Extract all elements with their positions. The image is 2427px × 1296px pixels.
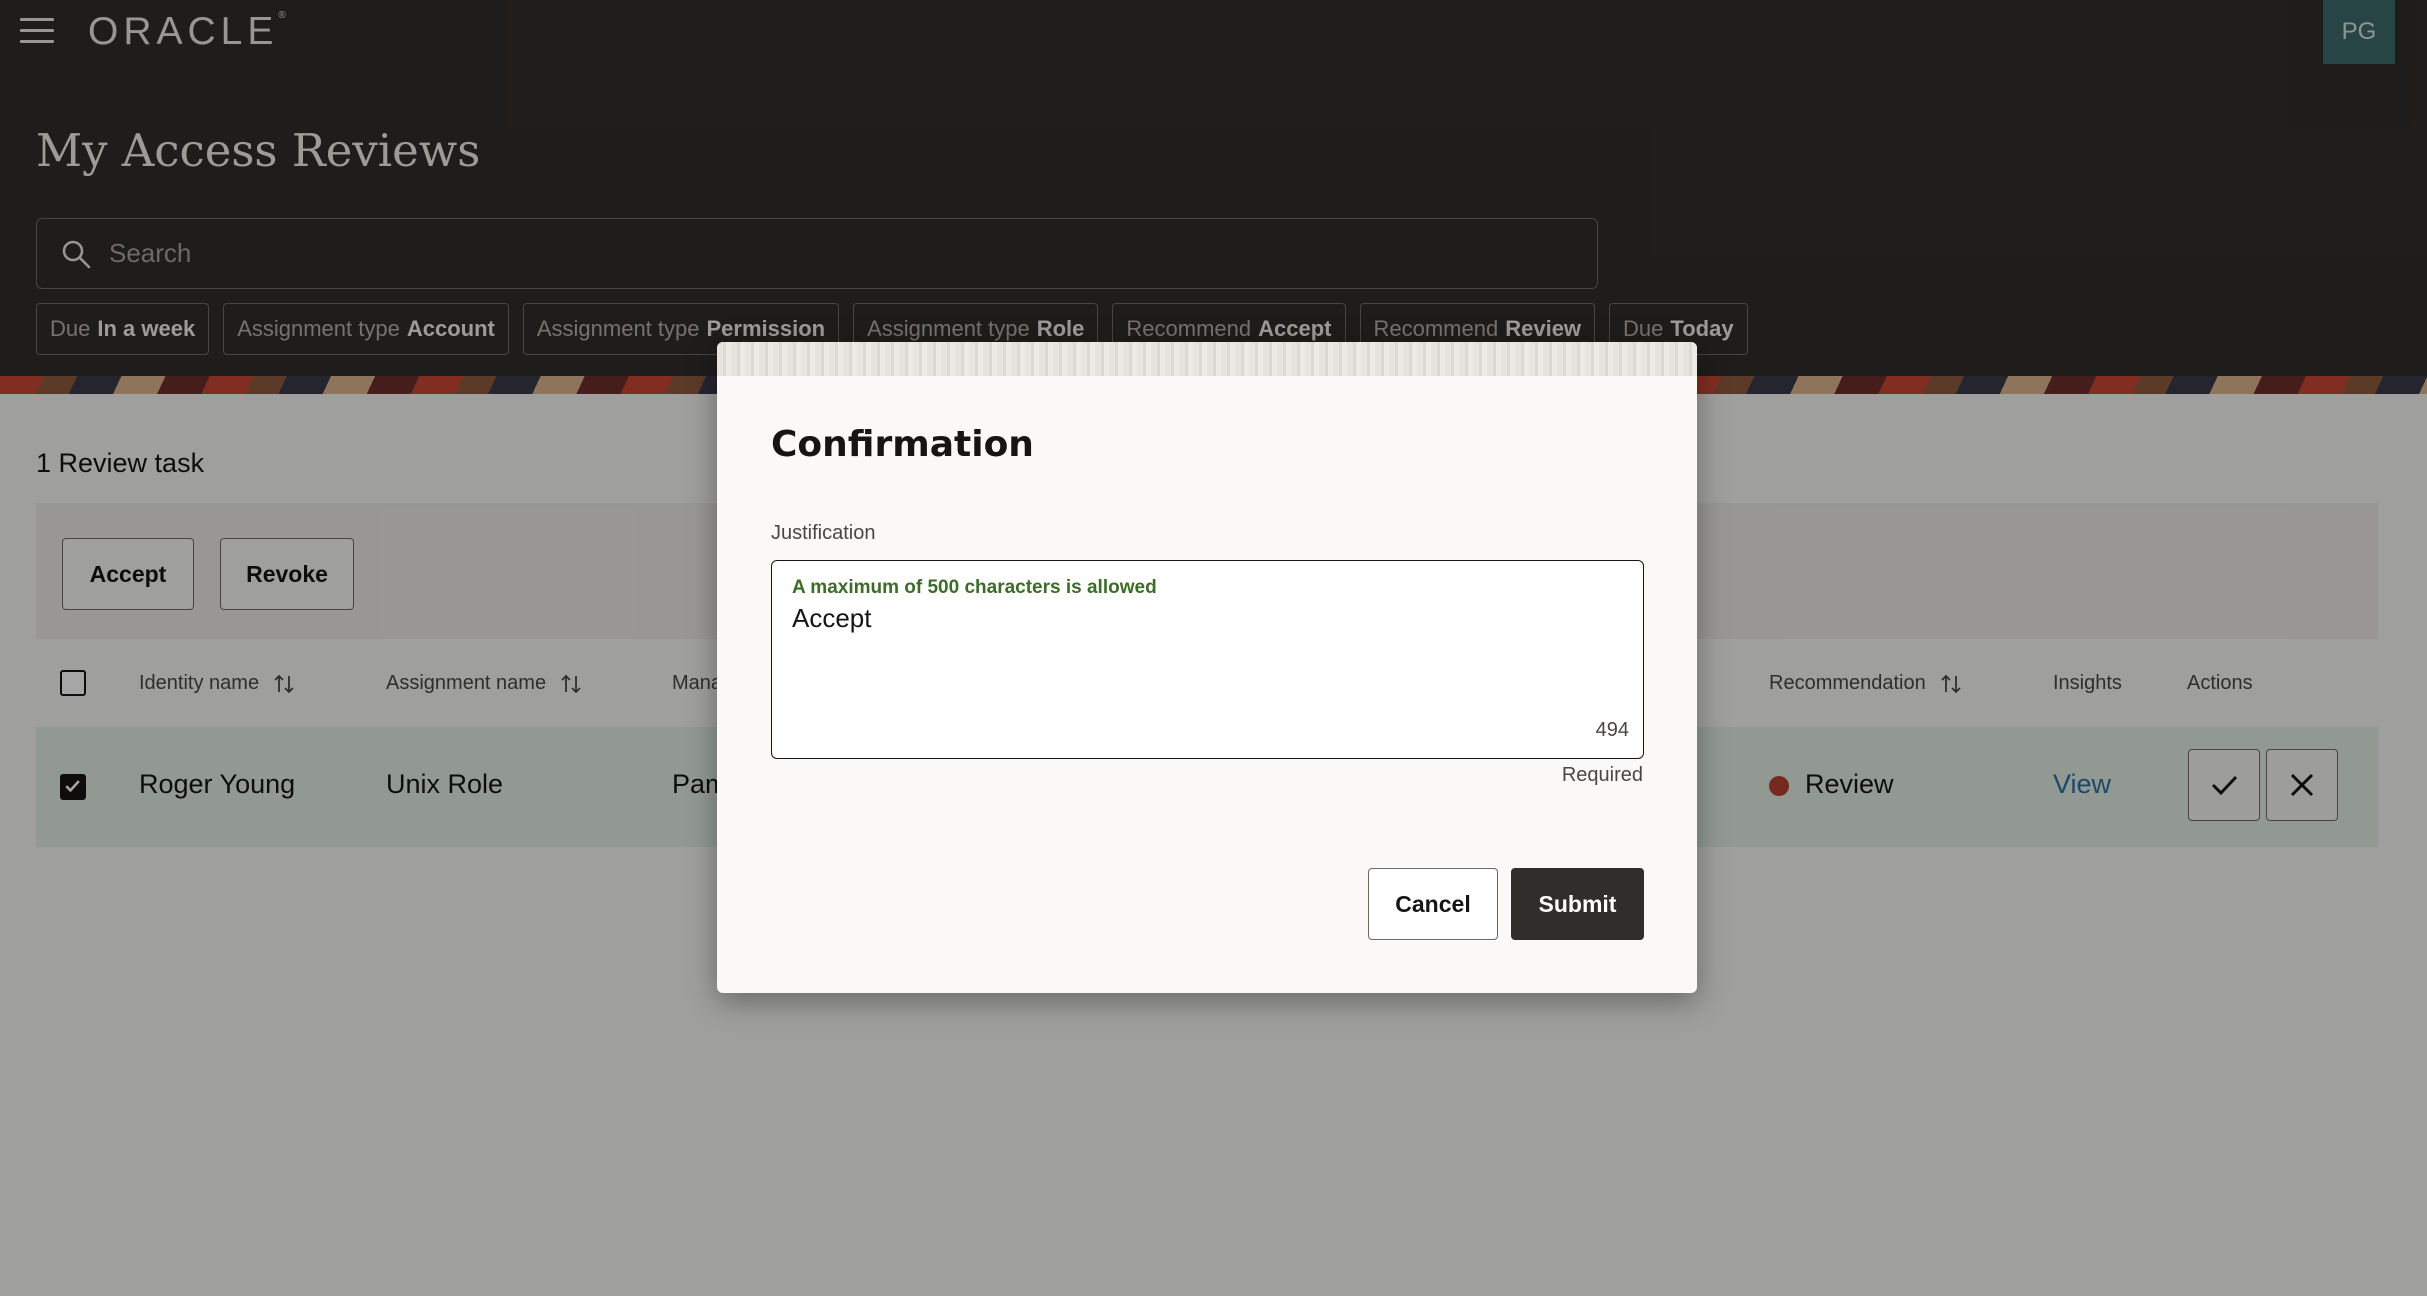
justification-textarea[interactable]: Accept	[792, 603, 1622, 703]
character-counter: 494	[1595, 719, 1629, 741]
cancel-button[interactable]: Cancel	[1368, 868, 1498, 940]
confirmation-dialog: Confirmation Justification A maximum of …	[717, 342, 1697, 993]
required-label: Required	[1561, 764, 1643, 786]
submit-button[interactable]: Submit	[1511, 868, 1644, 940]
justification-label: Justification	[771, 522, 876, 544]
character-limit-hint: A maximum of 500 characters is allowed	[792, 577, 1157, 598]
justification-field[interactable]: A maximum of 500 characters is allowed A…	[771, 560, 1644, 759]
dialog-title: Confirmation	[771, 424, 1034, 465]
dialog-header-texture	[717, 342, 1697, 376]
